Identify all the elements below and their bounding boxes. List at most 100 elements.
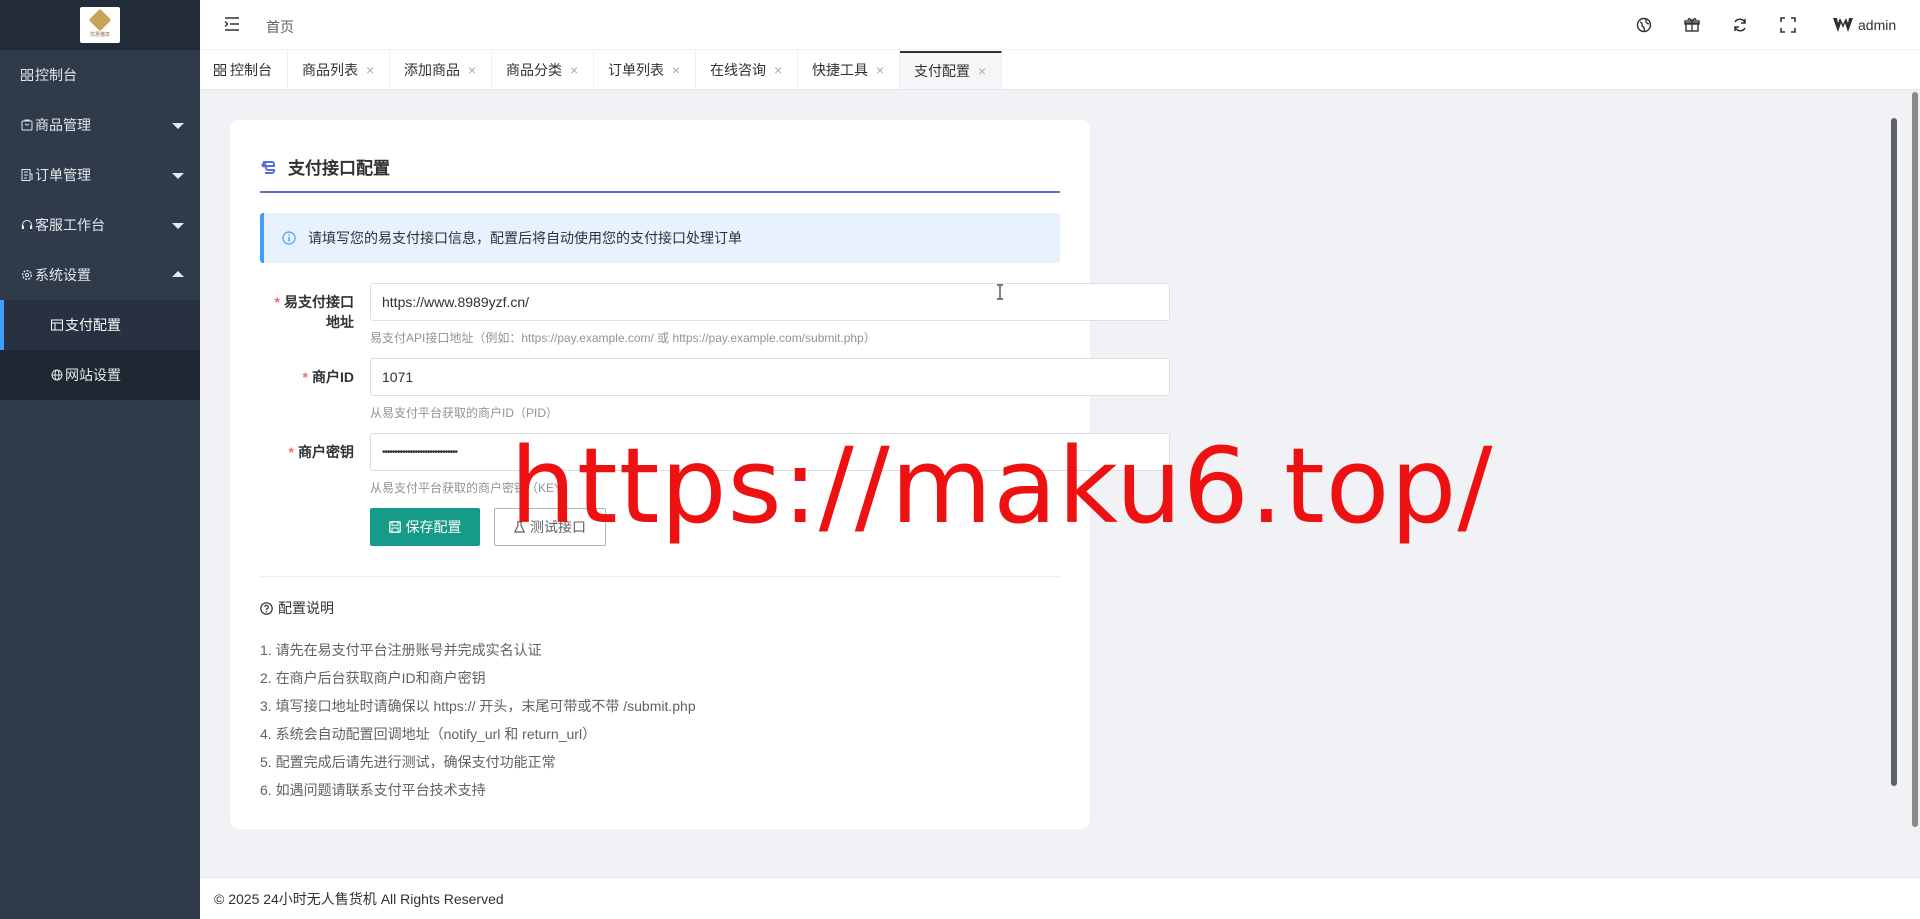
close-icon[interactable]: × (672, 62, 680, 78)
tab-label: 快捷工具 (812, 62, 868, 78)
merchant-key-label: * 商户密钥 (260, 442, 354, 462)
card-title: 支付接口配置 (260, 154, 390, 179)
chevron-down-icon (172, 173, 184, 179)
headset-icon (20, 218, 34, 232)
payment-icon (50, 318, 64, 332)
divider (260, 576, 1060, 577)
save-label: 保存配置 (405, 519, 462, 535)
text-cursor-icon (996, 284, 1004, 300)
avatar (1832, 14, 1854, 36)
logo[interactable]: 优惠猫享 (80, 7, 120, 43)
tab-order-list[interactable]: 订单列表 × (594, 51, 696, 89)
sidebar-item-label: 客服工作台 (35, 217, 105, 233)
footer: © 2025 24小时无人售货机 All Rights Reserved (200, 877, 1920, 919)
page-title: 支付接口配置 (288, 159, 390, 178)
refresh-icon[interactable] (1730, 15, 1750, 35)
required-mark: * (274, 294, 280, 310)
sidebar-item-goods[interactable]: 商品管理 (0, 100, 200, 150)
close-icon[interactable]: × (366, 62, 374, 78)
tab-label: 添加商品 (404, 62, 460, 78)
menu-toggle-icon[interactable] (224, 17, 240, 31)
tab-bar: 控制台 商品列表 × 添加商品 × 商品分类 × 订单列表 × 在线咨询 × 快捷工具 × … (200, 50, 1920, 90)
tab-dashboard[interactable]: 控制台 (200, 51, 288, 89)
tab-label: 商品列表 (302, 62, 358, 78)
chevron-down-icon (172, 223, 184, 229)
required-mark: * (288, 444, 294, 460)
input-value: 1071 (382, 369, 414, 385)
sidebar-item-label: 系统设置 (35, 267, 91, 283)
breadcrumb[interactable]: 首页 (266, 17, 294, 37)
payment-card-icon (260, 159, 276, 175)
watermark-text: https://maku6.top/ (510, 425, 1494, 547)
chevron-down-icon (172, 123, 184, 129)
order-icon (20, 168, 34, 182)
system-settings-submenu: 支付配置 网站设置 (0, 300, 200, 400)
globe-icon (50, 368, 64, 382)
content-scroll-thumb[interactable] (1891, 118, 1897, 786)
sidebar: 优惠猫享 控制台 商品管理 订单管理 客服工作台 系统设置 支付配置 网站设置 (0, 0, 200, 919)
list-item: 2. 在商户后台获取商户ID和商户密钥 (260, 670, 486, 686)
label-line: 易支付接口 (284, 294, 354, 310)
merchant-id-hint: 从易支付平台获取的商户ID（PID） (370, 406, 559, 420)
goods-icon (20, 118, 34, 132)
sidebar-item-dashboard[interactable]: 控制台 (0, 50, 200, 100)
sidebar-item-system-settings[interactable]: 系统设置 (0, 250, 200, 300)
tab-label: 支付配置 (914, 63, 970, 79)
page-scroll-thumb[interactable] (1912, 92, 1918, 827)
sidebar-item-payment-config[interactable]: 支付配置 (0, 300, 200, 350)
username: admin (1858, 17, 1897, 33)
logo-area: 优惠猫享 (0, 0, 200, 50)
info-icon (282, 231, 296, 245)
close-icon[interactable]: × (876, 62, 884, 78)
input-value: •••••••••••••••••••••••••••••• (382, 446, 458, 458)
required-mark: * (302, 369, 308, 385)
close-icon[interactable]: × (468, 62, 476, 78)
sidebar-item-orders[interactable]: 订单管理 (0, 150, 200, 200)
logo-text: 优惠猫享 (89, 32, 110, 38)
list-item: 3. 填写接口地址时请确保以 https:// 开头，末尾可带或不带 /subm… (260, 698, 696, 714)
notes-title-text: 配置说明 (278, 600, 334, 616)
chevron-up-icon (172, 271, 184, 277)
sidebar-item-customer-service[interactable]: 客服工作台 (0, 200, 200, 250)
tab-goods-category[interactable]: 商品分类 × (492, 51, 594, 89)
tab-quick-tools[interactable]: 快捷工具 × (798, 51, 900, 89)
api-url-hint: 易支付API接口地址（例如：https://pay.example.com/ 或… (370, 331, 876, 345)
merchant-id-input[interactable]: 1071 (370, 358, 1170, 396)
tab-add-goods[interactable]: 添加商品 × (390, 51, 492, 89)
save-config-button[interactable]: 保存配置 (370, 508, 480, 546)
sidebar-item-label: 订单管理 (35, 167, 91, 183)
notes-title: 配置说明 (260, 598, 334, 618)
sidebar-item-label: 支付配置 (65, 317, 121, 333)
tab-payment-config[interactable]: 支付配置 × (900, 51, 1002, 89)
close-icon[interactable]: × (570, 62, 578, 78)
save-icon (388, 521, 401, 533)
user-menu[interactable]: admin (1832, 14, 1896, 36)
alert-text: 请填写您的易支付接口信息，配置后将自动使用您的支付接口处理订单 (308, 230, 742, 246)
input-value: https://www.8989yzf.cn/ (382, 294, 530, 310)
sidebar-item-label: 网站设置 (65, 367, 121, 383)
logo-mark-icon (88, 8, 112, 32)
api-url-input[interactable]: https://www.8989yzf.cn/ (370, 283, 1170, 321)
label-text: 商户ID (312, 369, 354, 385)
help-circle-icon (260, 601, 273, 615)
sidebar-item-site-settings[interactable]: 网站设置 (0, 350, 200, 400)
gear-icon (20, 268, 34, 282)
list-item: 1. 请先在易支付平台注册账号并完成实名认证 (260, 642, 542, 658)
fullscreen-icon[interactable] (1778, 15, 1798, 35)
tab-goods-list[interactable]: 商品列表 × (288, 51, 390, 89)
list-item: 4. 系统会自动配置回调地址（notify_url 和 return_url） (260, 726, 597, 742)
close-icon[interactable]: × (774, 62, 782, 78)
dashboard-icon (214, 64, 226, 76)
language-icon[interactable] (1634, 15, 1654, 35)
top-header: 首页 admin (200, 0, 1920, 50)
dashboard-icon (20, 68, 34, 82)
list-item: 6. 如遇问题请联系支付平台技术支持 (260, 782, 486, 798)
tab-online-consult[interactable]: 在线咨询 × (696, 51, 798, 89)
notes-list: 1. 请先在易支付平台注册账号并完成实名认证 2. 在商户后台获取商户ID和商户… (260, 636, 696, 804)
tab-label: 商品分类 (506, 62, 562, 78)
gift-icon[interactable] (1682, 15, 1702, 35)
tab-label: 在线咨询 (710, 62, 766, 78)
sidebar-item-label: 控制台 (35, 67, 77, 83)
info-alert: 请填写您的易支付接口信息，配置后将自动使用您的支付接口处理订单 (260, 213, 1060, 263)
close-icon[interactable]: × (978, 63, 986, 79)
